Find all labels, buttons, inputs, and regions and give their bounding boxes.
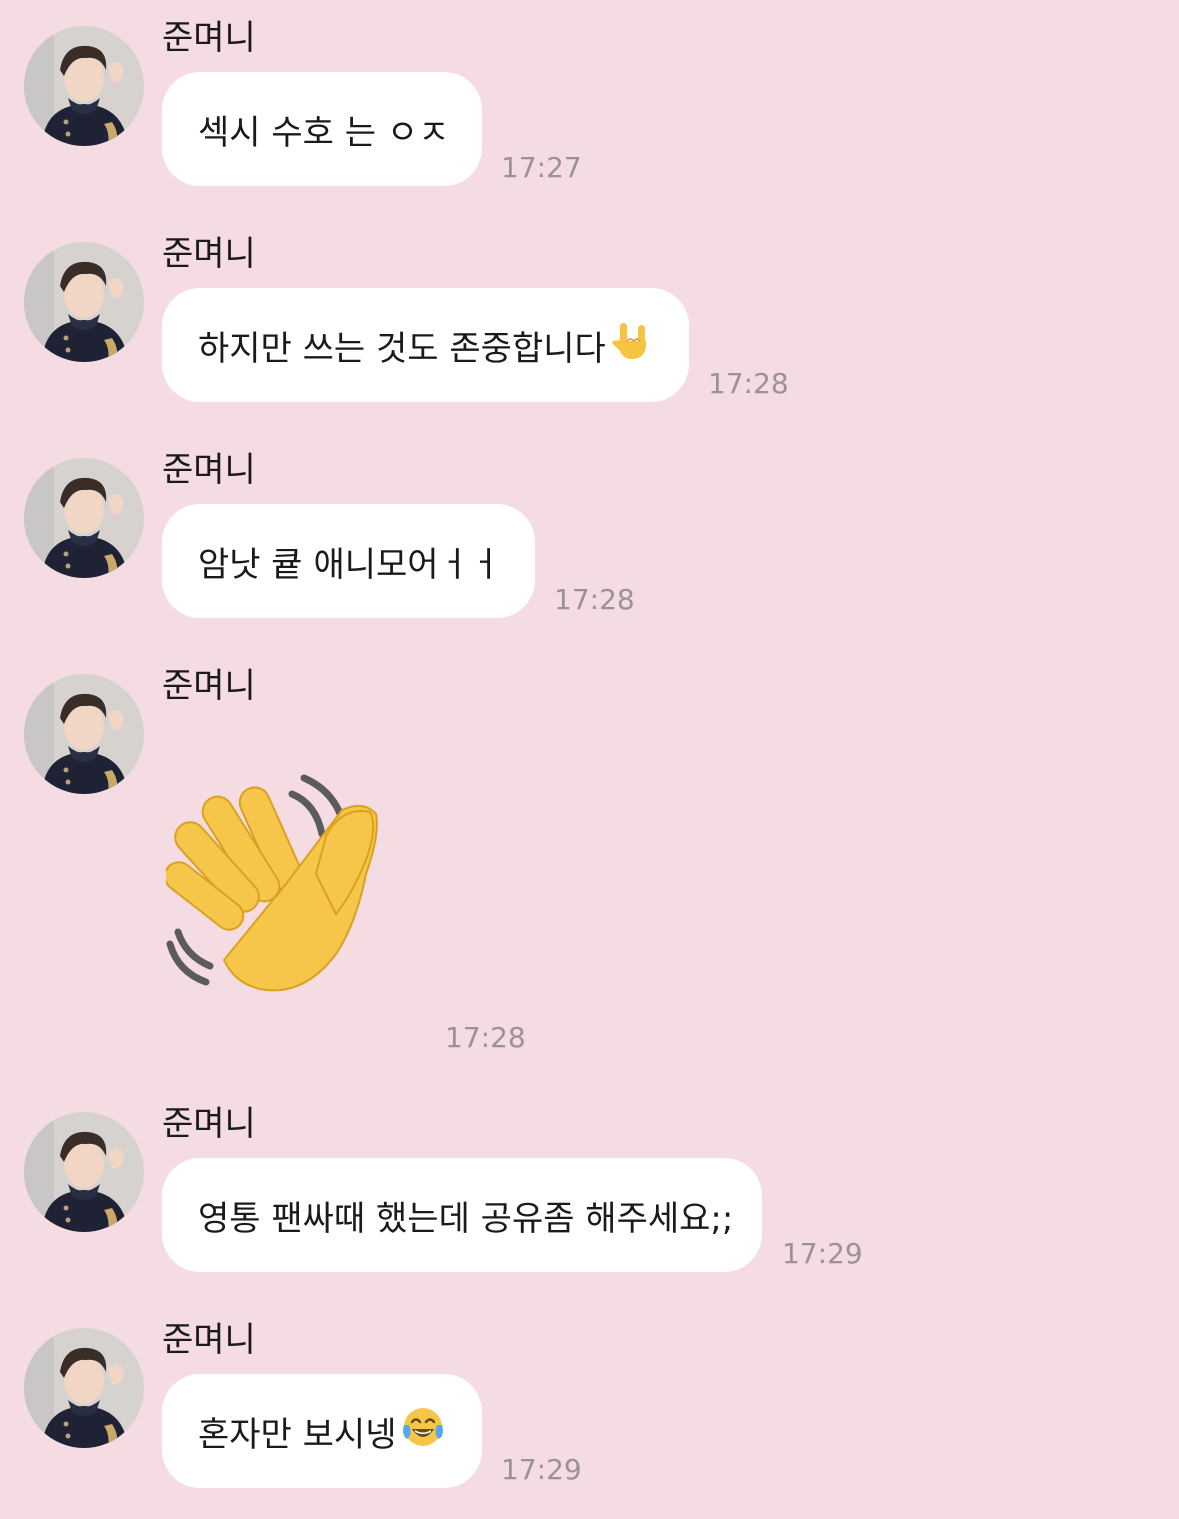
sender-name: 준며니 (162, 234, 256, 274)
avatar[interactable] (24, 674, 144, 794)
avatar[interactable] (24, 1112, 144, 1232)
sender-name: 준며니 (162, 18, 256, 58)
sender-name: 준며니 (162, 1104, 256, 1144)
sender-name: 준며니 (162, 1320, 256, 1360)
sender-name: 준며니 (162, 666, 256, 706)
love-you-gesture-icon (610, 319, 654, 372)
message-text: 섹시 수호 는 ㅇㅈ (198, 112, 450, 153)
message-bubble[interactable]: 하지만 쓰는 것도 존중합니다 (162, 288, 689, 402)
message-bubble[interactable]: 영통 팬싸때 했는데 공유좀 해주세요;; (162, 1158, 762, 1272)
waving-hand-icon[interactable] (163, 764, 396, 1008)
avatar[interactable] (24, 26, 144, 146)
message-bubble[interactable]: 혼자만 보시넹 (162, 1374, 482, 1488)
message-time: 17:27 (501, 151, 582, 184)
message-time: 17:28 (445, 1021, 526, 1054)
message-text: 영통 팬싸때 했는데 공유좀 해주세요;; (198, 1198, 734, 1239)
message-time: 17:28 (554, 583, 635, 616)
tears-of-joy-icon (401, 1405, 445, 1458)
message-time: 17:28 (708, 367, 789, 400)
avatar[interactable] (24, 242, 144, 362)
message-time: 17:29 (782, 1237, 863, 1270)
message-bubble[interactable]: 암낫 큩 애니모어ㅓㅓ (162, 504, 535, 618)
avatar[interactable] (24, 458, 144, 578)
message-text: 암낫 큩 애니모어ㅓㅓ (198, 544, 502, 585)
avatar[interactable] (24, 1328, 144, 1448)
message-bubble[interactable]: 섹시 수호 는 ㅇㅈ (162, 72, 482, 186)
message-text: 혼자만 보시넹 (198, 1414, 397, 1455)
message-text: 하지만 쓰는 것도 존중합니다 (198, 328, 606, 369)
sender-name: 준며니 (162, 450, 256, 490)
message-time: 17:29 (501, 1453, 582, 1486)
